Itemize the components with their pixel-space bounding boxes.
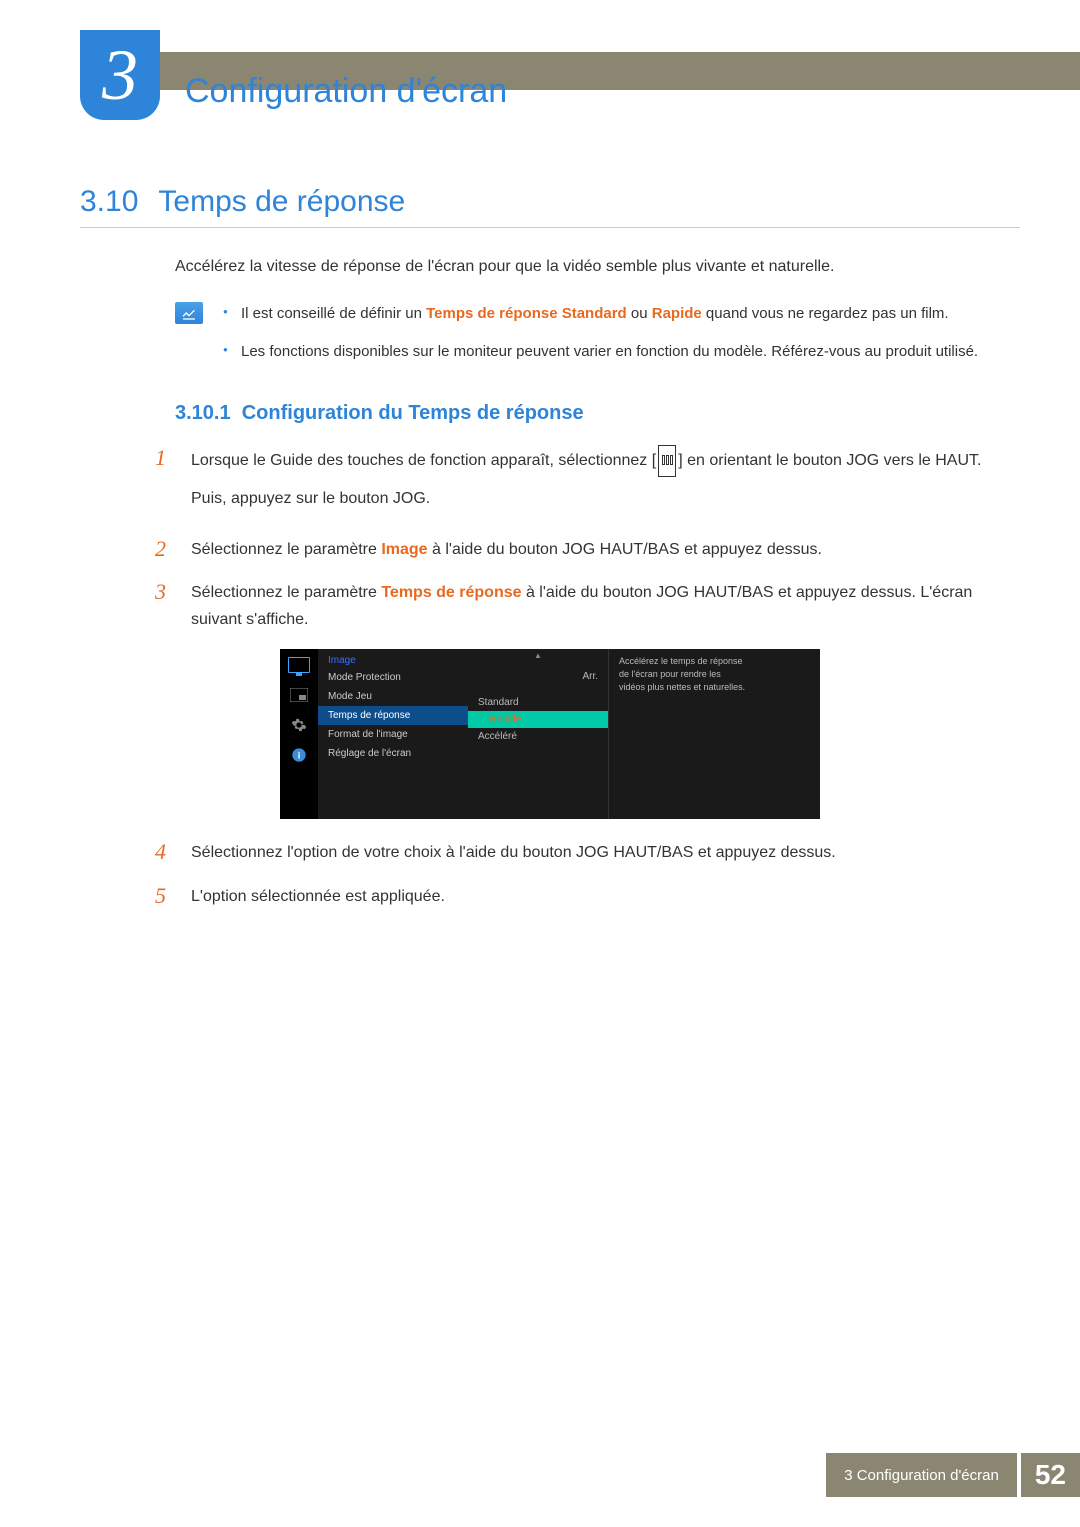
osd-value-column: ▲ Arr. Standard ✔ Rapide Accéléré — [468, 649, 608, 819]
osd-menu-item: Format de l'image — [318, 725, 468, 744]
osd-menu-title: Image — [318, 653, 468, 668]
up-arrow-icon: ▲ — [534, 651, 542, 660]
steps-list: 4 Sélectionnez l'option de votre choix à… — [155, 839, 1020, 909]
check-icon: ✔ — [478, 714, 486, 725]
step: 4 Sélectionnez l'option de votre choix à… — [155, 839, 1020, 866]
step-text-part: Sélectionnez le paramètre — [191, 541, 381, 558]
note-list: Il est conseillé de définir un Temps de … — [223, 302, 1020, 378]
osd-option-selected: ✔ Rapide — [468, 711, 608, 728]
osd-menu-screenshot: i Image Mode Protection Mode Jeu Temps d… — [280, 649, 820, 819]
note-highlight: Temps de réponse Standard — [426, 305, 627, 322]
chapter-number: 3 — [102, 34, 138, 117]
osd-option: Accéléré — [468, 728, 608, 745]
osd-sidebar: i — [280, 649, 318, 819]
step-highlight: Image — [381, 541, 427, 558]
osd-main: Image Mode Protection Mode Jeu Temps de … — [318, 649, 820, 819]
chapter-badge: 3 — [80, 30, 160, 120]
menu-icon — [658, 445, 676, 476]
note-text: ou — [627, 305, 652, 322]
osd-tab-picture-icon — [287, 655, 311, 675]
osd-menu-item: Réglage de l'écran — [318, 744, 468, 763]
step-text-part: ] en orientant le bouton JOG vers le HAU… — [678, 452, 981, 469]
steps-list: 1 Lorsque le Guide des touches de foncti… — [155, 445, 1020, 633]
note-text: quand vous ne regardez pas un film. — [702, 305, 949, 322]
step-number: 1 — [155, 445, 177, 519]
osd-menu-list: Image Mode Protection Mode Jeu Temps de … — [318, 649, 468, 819]
step: 2 Sélectionnez le paramètre Image à l'ai… — [155, 536, 1020, 563]
svg-text:i: i — [298, 751, 301, 761]
osd-value — [468, 686, 608, 694]
note-highlight: Rapide — [652, 305, 702, 322]
step-number: 3 — [155, 579, 177, 633]
section-heading: 3.10 Temps de réponse — [80, 185, 1020, 228]
step: 5 L'option sélectionnée est appliquée. — [155, 883, 1020, 910]
osd-option-label: Rapide — [490, 714, 522, 725]
osd-tab-info-icon: i — [287, 745, 311, 765]
note-item: Il est conseillé de définir un Temps de … — [223, 302, 1020, 326]
section-number: 3.10 — [80, 185, 138, 219]
osd-tab-pip-icon — [287, 685, 311, 705]
step-text-part: Lorsque le Guide des touches de fonction… — [191, 452, 656, 469]
subsection-number: 3.10.1 — [175, 402, 231, 424]
note-block: Il est conseillé de définir un Temps de … — [175, 302, 1020, 378]
subsection-heading: 3.10.1 Configuration du Temps de réponse — [175, 402, 1020, 425]
step-number: 2 — [155, 536, 177, 563]
footer-page-number: 52 — [1021, 1453, 1080, 1497]
subsection-title: Configuration du Temps de réponse — [242, 402, 584, 424]
osd-option: Standard — [468, 694, 608, 711]
step-highlight: Temps de réponse — [381, 584, 521, 601]
step-number: 5 — [155, 883, 177, 910]
osd-menu-item: Mode Protection — [318, 668, 468, 687]
step-text: Sélectionnez l'option de votre choix à l… — [191, 839, 1020, 866]
note-text: Il est conseillé de définir un — [241, 305, 426, 322]
section-title: Temps de réponse — [158, 185, 405, 219]
osd-tab-settings-icon — [287, 715, 311, 735]
chapter-header: 3 Configuration d'écran — [0, 30, 1080, 110]
page-footer: 3 Configuration d'écran 52 — [826, 1453, 1080, 1497]
step-text-part: Sélectionnez le paramètre — [191, 584, 381, 601]
chapter-title: Configuration d'écran — [185, 72, 507, 111]
osd-help-text: Accélérez le temps de réponse de l'écran… — [608, 649, 758, 819]
step-text: Lorsque le Guide des touches de fonction… — [191, 445, 1020, 519]
step-text-part: à l'aide du bouton JOG HAUT/BAS et appuy… — [428, 541, 822, 558]
osd-value: Arr. — [468, 667, 608, 686]
step-number: 4 — [155, 839, 177, 866]
section-intro: Accélérez la vitesse de réponse de l'écr… — [175, 256, 1020, 278]
step: 3 Sélectionnez le paramètre Temps de rép… — [155, 579, 1020, 633]
note-icon — [175, 302, 203, 324]
footer-chapter-label: 3 Configuration d'écran — [826, 1453, 1017, 1497]
osd-menu-item-selected: Temps de réponse — [318, 706, 468, 725]
step-text: L'option sélectionnée est appliquée. — [191, 883, 1020, 910]
page-content: 3.10 Temps de réponse Accélérez la vites… — [80, 185, 1020, 926]
step: 1 Lorsque le Guide des touches de foncti… — [155, 445, 1020, 519]
osd-menu-item: Mode Jeu — [318, 687, 468, 706]
step-text: Sélectionnez le paramètre Image à l'aide… — [191, 536, 1020, 563]
step-text: Sélectionnez le paramètre Temps de répon… — [191, 579, 1020, 633]
note-item: Les fonctions disponibles sur le moniteu… — [223, 340, 1020, 364]
step-text-part: Puis, appuyez sur le bouton JOG. — [191, 485, 1020, 512]
